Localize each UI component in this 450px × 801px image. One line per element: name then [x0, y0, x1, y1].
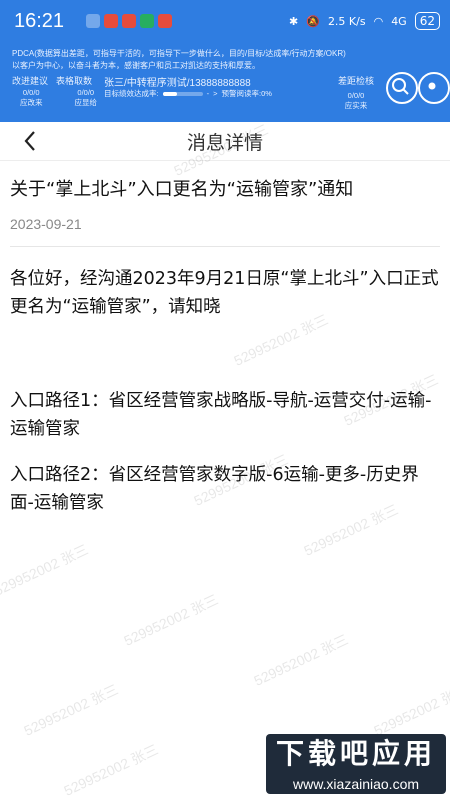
metric-value: 0/0/0 [22, 88, 40, 97]
watermark: 529952002 张三 [371, 681, 450, 739]
system-indicators: ✱ 🔕 2.5 K/s ◠ 4G 62 [289, 12, 440, 30]
app-notification-icon [104, 14, 118, 28]
notification-icons [86, 14, 172, 28]
logo-main-text: 下载吧应用 [266, 734, 446, 774]
status-time: 16:21 [14, 10, 65, 32]
app-notification-icon [122, 14, 136, 28]
metric-values: 0/0/0 应改来 0/0/0 应显给 [20, 88, 97, 108]
right-metric-sub: 应实来 [344, 101, 368, 110]
metric-labels: 改进建议 表格取数 [12, 74, 92, 87]
progress-bar-fill [162, 91, 177, 96]
progress-bar [162, 91, 203, 96]
warning-label: 预警阅读率:0% [221, 89, 272, 98]
message-date: 2023-09-21 [10, 216, 440, 247]
right-metric[interactable]: 差距检核 0/0/0 应实来 [338, 74, 374, 111]
metric-sub: 应改来 [20, 98, 43, 107]
app-notification-icon [140, 14, 154, 28]
metric-sub: 应显给 [74, 98, 98, 107]
message-title: 关于“掌上北斗”入口更名为“运输管家”通知 [10, 179, 354, 200]
progress-value: - [206, 89, 210, 98]
page-title: 消息详情 [186, 132, 263, 154]
wifi-icon: ◠ [373, 14, 384, 28]
message-paragraph: 入口路径1：省区经营管家战略版-导航-运营交付-运输-运输管家 [10, 391, 432, 439]
logo-sub-text: www.xiazainiao.com [266, 774, 446, 794]
target-icon [428, 82, 436, 90]
network-speed: 2.5 K/s [327, 14, 366, 28]
app-notification-icon [158, 14, 172, 28]
network-type: 4G [391, 14, 407, 28]
watermark: 529952002 张三 [21, 681, 121, 739]
status-bar: 16:21 ✱ 🔕 2.5 K/s ◠ 4G 62 [0, 0, 450, 44]
battery-indicator: 62 [414, 12, 440, 30]
progress-label: 目标绩效达成率: [104, 89, 159, 98]
watermark: 529952002 张三 [251, 631, 351, 689]
message-paragraph: 入口路径2：省区经营管家数字版-6运输-更多-历史界面-运输管家 [10, 465, 419, 513]
banner-line-2: 以客户为中心，以奋斗者为本，感谢客户和员工对凯达的支持和厚爱。 [12, 61, 260, 70]
target-button[interactable] [418, 72, 450, 104]
metric-label[interactable]: 改进建议 [12, 74, 48, 87]
metric-value: 0/0/0 [77, 88, 95, 97]
progress-line: 目标绩效达成率: - > 预警阅读率:0% [104, 88, 272, 99]
search-icon [392, 78, 409, 95]
watermark: 529952002 张三 [121, 591, 221, 649]
right-metric-value: 0/0/0 [347, 91, 365, 100]
info-banner: PDCA(数据算出差距，可指导干活的，可指导下一步做什么，目的/目标/达成率/行… [0, 44, 450, 122]
watermark: 529952002 张三 [0, 541, 91, 599]
banner-line-1: PDCA(数据算出差距，可指导干活的，可指导下一步做什么，目的/目标/达成率/行… [12, 49, 346, 58]
page-header: 消息详情 [0, 122, 450, 161]
app-notification-icon [86, 14, 100, 28]
bluetooth-icon: ✱ [289, 14, 299, 28]
metric-label[interactable]: 表格取数 [56, 74, 92, 87]
message-detail: 关于“掌上北斗”入口更名为“运输管家”通知 2023-09-21 各位好，经沟通… [10, 160, 440, 517]
message-paragraph: 各位好，经沟通2023年9月21日原“掌上北斗”入口正式更名为“运输管家”，请知… [10, 269, 439, 317]
mute-icon: 🔕 [306, 14, 320, 28]
search-button[interactable] [386, 72, 418, 104]
chevron-right-icon: > [213, 89, 218, 98]
user-info: 张三/中转程序测试/13888888888 [104, 78, 251, 89]
site-logo: 下载吧应用 www.xiazainiao.com [266, 734, 446, 796]
watermark: 529952002 张三 [61, 741, 161, 799]
right-metric-label: 差距检核 [338, 76, 375, 86]
